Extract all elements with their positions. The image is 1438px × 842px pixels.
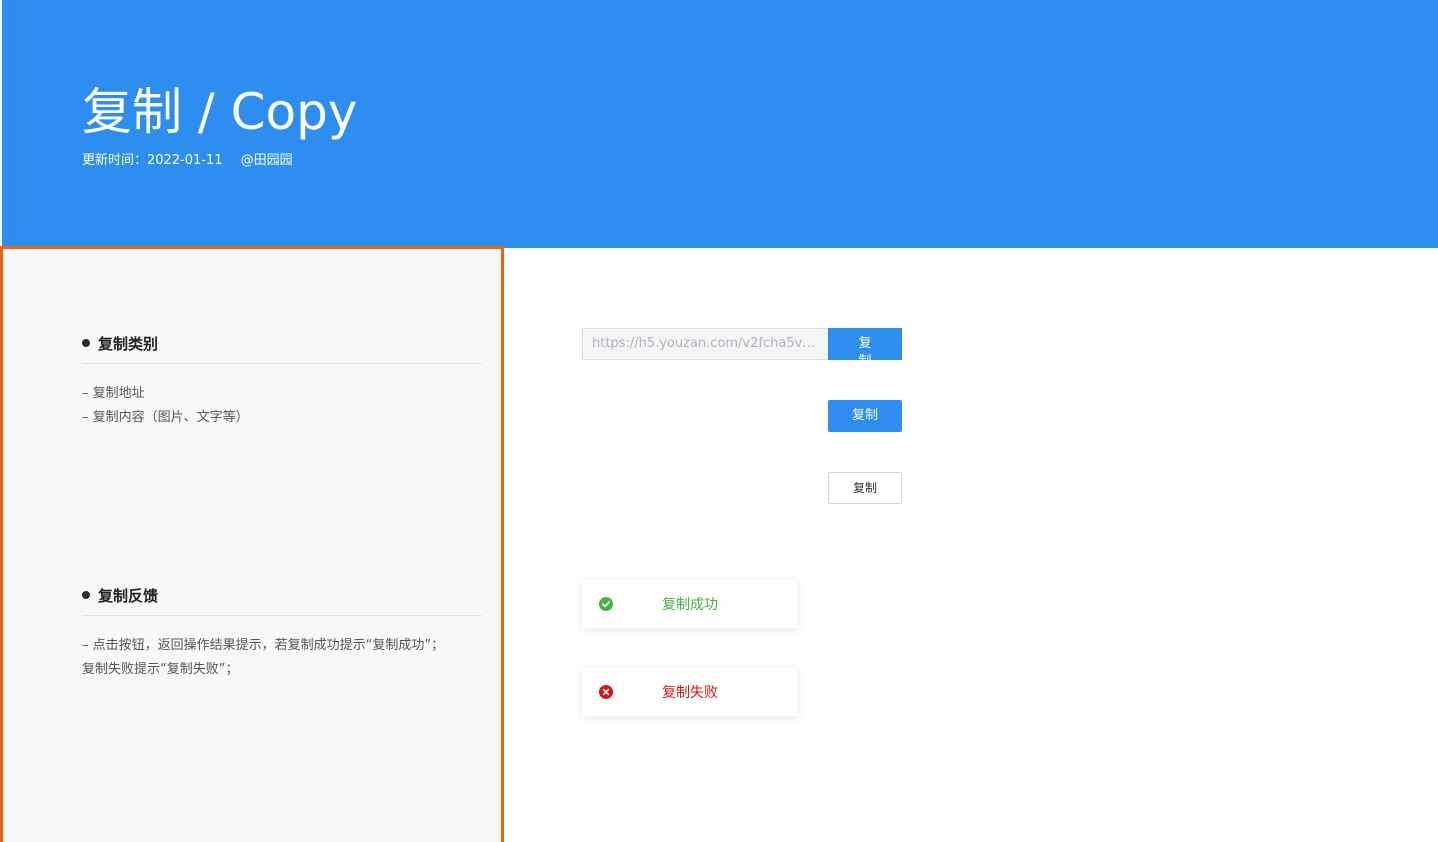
section-line: – 点击按钮，返回操作结果提示，若复制成功提示“复制成功”； <box>82 638 445 653</box>
section-copy-types: 复制类别 – 复制地址 – 复制内容（图片、文字等） <box>82 332 482 430</box>
section-body: – 点击按钮，返回操作结果提示，若复制成功提示“复制成功”； 复制失败提示“复制… <box>82 634 482 682</box>
url-field[interactable]: https://h5.youzan.com/v2fcha5v… <box>582 328 828 360</box>
section-title: 复制反馈 <box>98 586 159 605</box>
bullet-icon <box>82 339 90 347</box>
section-title: 复制类别 <box>98 334 159 353</box>
copy-default-button[interactable]: 复制 <box>828 472 902 504</box>
toast-success: 复制成功 <box>582 580 798 628</box>
check-circle-icon <box>598 597 613 612</box>
page-meta: 更新时间：2022-01-11 @田园园 <box>82 149 293 168</box>
section-heading: 复制反馈 <box>82 584 482 606</box>
section-line: – 复制地址 <box>82 386 145 401</box>
page-header: 复制 / Copy 更新时间：2022-01-11 @田园园 <box>2 0 1438 248</box>
section-line: 复制失败提示“复制失败”； <box>82 662 239 677</box>
copy-url-button[interactable]: 复制 <box>828 328 902 360</box>
copy-button-label: 复制 <box>858 336 872 360</box>
section-heading: 复制类别 <box>82 332 482 354</box>
toast-success-text: 复制成功 <box>662 597 718 613</box>
toast-fail-text: 复制失败 <box>662 685 718 701</box>
bullet-icon <box>82 591 90 599</box>
copy-address-row: https://h5.youzan.com/v2fcha5v… 复制 <box>582 328 902 360</box>
toast-fail: 复制失败 <box>582 668 798 716</box>
page-title: 复制 / Copy <box>82 83 358 141</box>
author-name: @田园园 <box>240 153 293 168</box>
updated-label: 更新时间： <box>82 153 148 168</box>
divider <box>82 615 482 616</box>
copy-primary-button[interactable]: 复制 <box>828 400 902 432</box>
divider <box>82 363 482 364</box>
section-copy-feedback: 复制反馈 – 点击按钮，返回操作结果提示，若复制成功提示“复制成功”； 复制失败… <box>82 584 482 682</box>
updated-date: 2022-01-11 <box>147 153 223 168</box>
section-line: – 复制内容（图片、文字等） <box>82 410 249 425</box>
spec-sidebar: 复制类别 – 复制地址 – 复制内容（图片、文字等） 复制反馈 – 点击按钮，返… <box>0 246 504 842</box>
close-circle-icon <box>598 685 613 700</box>
section-body: – 复制地址 – 复制内容（图片、文字等） <box>82 382 482 430</box>
